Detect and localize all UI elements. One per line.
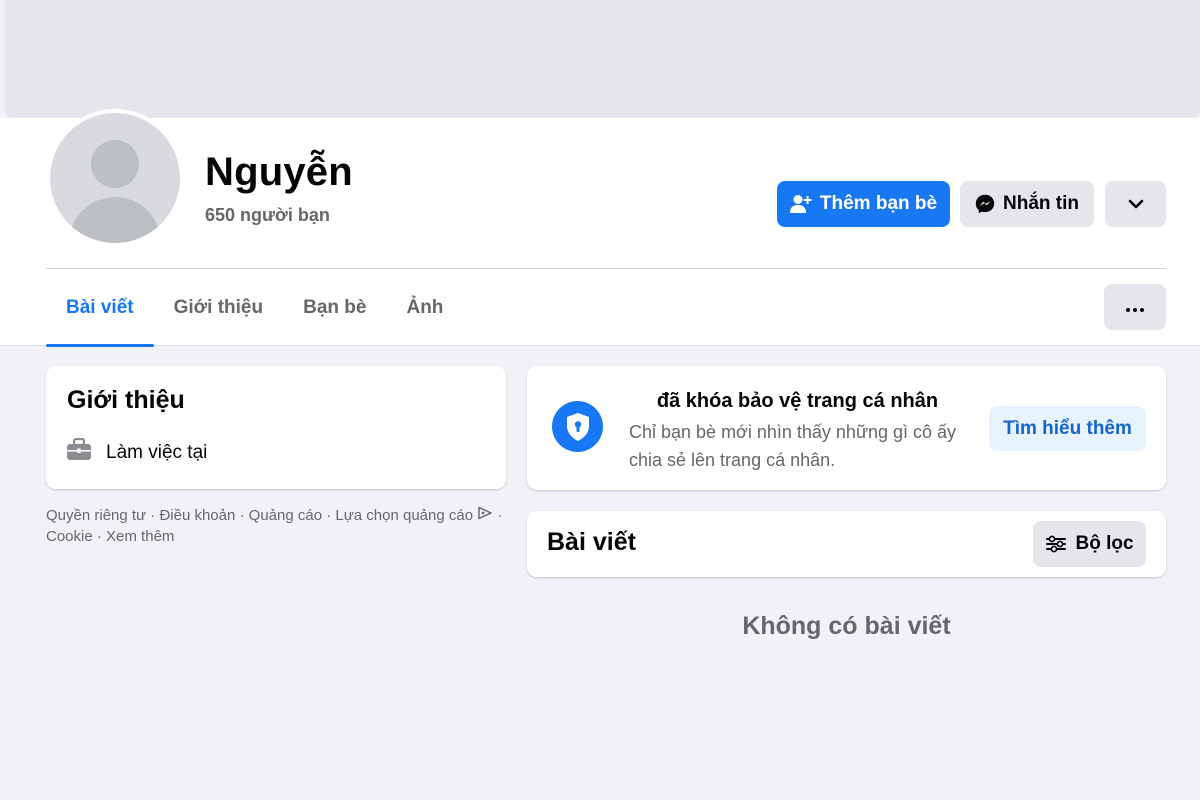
more-actions-dropdown[interactable] [1105,181,1166,227]
filter-label: Bộ lọc [1075,533,1134,554]
add-friend-label: Thêm bạn bè [819,193,938,214]
intro-title: Giới thiệu [67,386,185,414]
posts-card: Bài viết Bộ lọc [527,511,1166,577]
intro-card: Giới thiệu Làm việc tại [46,366,506,489]
work-row: Làm việc tại [66,437,208,467]
cover-photo[interactable] [5,0,1200,118]
tab-about[interactable]: Giới thiệu [154,270,284,346]
empty-posts-message: Không có bài viết [742,612,951,640]
ad-choices-icon [477,506,493,524]
footer-terms-link[interactable]: Điều khoản [159,507,235,524]
profile-avatar[interactable] [46,109,184,247]
header-divider [46,268,1166,269]
message-label: Nhắn tin [1003,193,1079,214]
tab-friends[interactable]: Bạn bè [283,270,386,346]
profile-name: Nguyễn [205,150,353,194]
footer-more-link[interactable]: Xem thêm [106,528,174,545]
messenger-icon [975,194,995,214]
footer-ads-link[interactable]: Quảng cáo [249,507,322,524]
lock-description: Chỉ bạn bè mới nhìn thấy những gì cô ấy … [629,422,957,470]
default-avatar-icon [50,113,180,243]
more-dots-icon [1126,296,1144,318]
posts-title: Bài viết [547,528,636,556]
profile-tabs: Bài viết Giới thiệu Bạn bè Ảnh [46,270,463,347]
tab-photos[interactable]: Ảnh [386,270,463,346]
filter-button[interactable]: Bộ lọc [1033,521,1146,567]
footer-cookie-link[interactable]: Cookie [46,528,93,545]
tab-posts[interactable]: Bài viết [46,270,154,347]
footer-links: Quyền riêng tư · Điều khoản · Quảng cáo … [46,506,503,545]
learn-more-button[interactable]: Tìm hiểu thêm [989,406,1146,451]
tabs-more-button[interactable] [1104,284,1166,330]
profile-lock-card: đã khóa bảo vệ trang cá nhân Chỉ bạn bè … [527,366,1166,490]
message-button[interactable]: Nhắn tin [960,181,1094,227]
work-text: Làm việc tại [106,441,208,463]
friends-count[interactable]: 650 người bạn [205,205,330,226]
filter-sliders-icon [1045,535,1067,553]
footer-privacy-link[interactable]: Quyền riêng tư [46,507,146,524]
footer-ad-choices-link[interactable]: Lựa chọn quảng cáo [335,507,473,524]
add-friend-button[interactable]: Thêm bạn bè [777,181,950,227]
add-friend-icon [789,194,812,214]
chevron-down-icon [1128,193,1144,215]
briefcase-icon [66,437,92,467]
